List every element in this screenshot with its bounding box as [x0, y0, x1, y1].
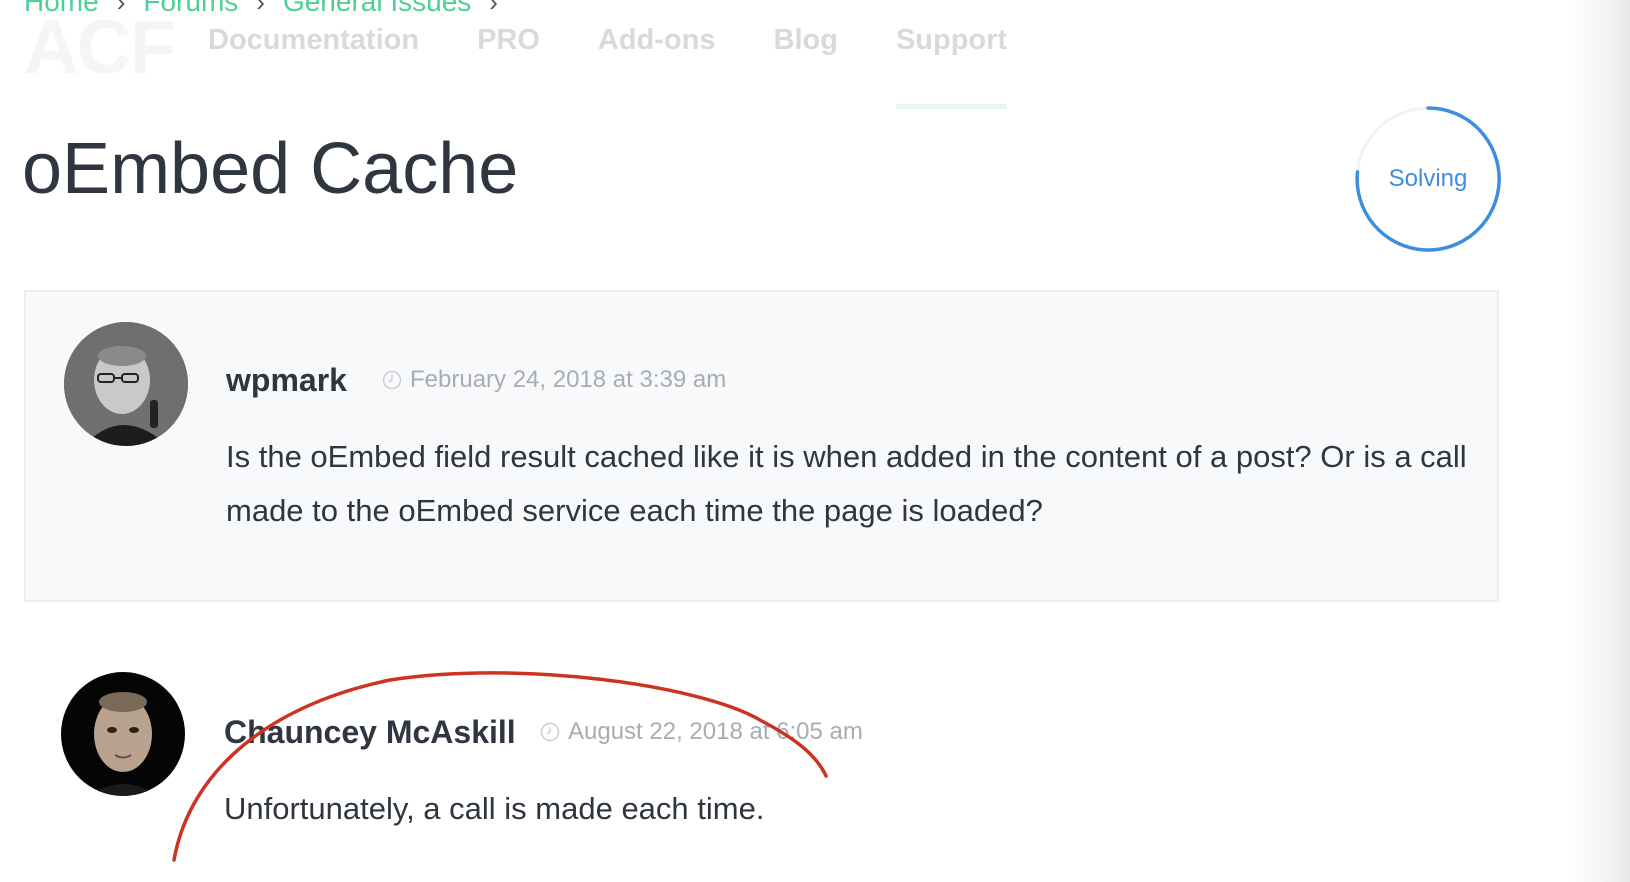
post-date: February 24, 2018 at 3:39 am — [382, 366, 726, 394]
breadcrumb-home[interactable]: Home — [24, 0, 99, 18]
window-edge-shadow — [1568, 0, 1630, 882]
reply-author[interactable]: Chauncey McAskill — [224, 714, 516, 751]
clock-icon — [382, 370, 402, 390]
clock-icon — [540, 722, 560, 742]
post-body: Is the oEmbed field result cached like i… — [226, 439, 1467, 528]
reply-date-text: August 22, 2018 at 6:05 am — [568, 718, 863, 745]
chauncey-avatar-photo — [61, 672, 185, 796]
nav-documentation[interactable]: Documentation — [208, 24, 419, 57]
breadcrumb-forums[interactable]: Forums — [143, 0, 238, 18]
breadcrumb-separator: › — [489, 0, 498, 17]
nav-support[interactable]: Support — [895, 24, 1008, 109]
breadcrumb-general-issues[interactable]: General Issues — [283, 0, 471, 18]
wpmark-avatar-photo — [64, 322, 188, 446]
nav-add-ons[interactable]: Add-ons — [598, 24, 716, 57]
topic-post-card: wpmark February 24, 2018 at 3:39 am Is t… — [24, 290, 1499, 602]
breadcrumb: Home › Forums › General Issues › — [24, 0, 498, 18]
reply-date: August 22, 2018 at 6:05 am — [540, 718, 863, 746]
reply-body: Unfortunately, a call is made each time. — [224, 791, 765, 826]
avatar[interactable] — [64, 322, 188, 446]
site-logo[interactable]: ACF — [24, 10, 176, 86]
active-nav-indicator — [895, 104, 1008, 109]
nav-pro[interactable]: PRO — [477, 24, 540, 57]
breadcrumb-separator: › — [116, 0, 126, 17]
nav-support-label: Support — [895, 24, 1008, 56]
breadcrumb-separator: › — [256, 0, 265, 17]
post-date-text: February 24, 2018 at 3:39 am — [410, 366, 727, 393]
main-nav: Documentation PRO Add-ons Blog Support — [208, 24, 1008, 109]
post-author[interactable]: wpmark — [226, 362, 347, 399]
nav-blog[interactable]: Blog — [774, 24, 838, 57]
forum-topic-page: ACF Documentation PRO Add-ons Blog Suppo… — [0, 0, 1630, 882]
status-badge: Solving — [1355, 106, 1501, 252]
status-label: Solving — [1388, 165, 1468, 192]
page-title: oEmbed Cache — [22, 129, 519, 209]
avatar[interactable] — [61, 672, 185, 796]
